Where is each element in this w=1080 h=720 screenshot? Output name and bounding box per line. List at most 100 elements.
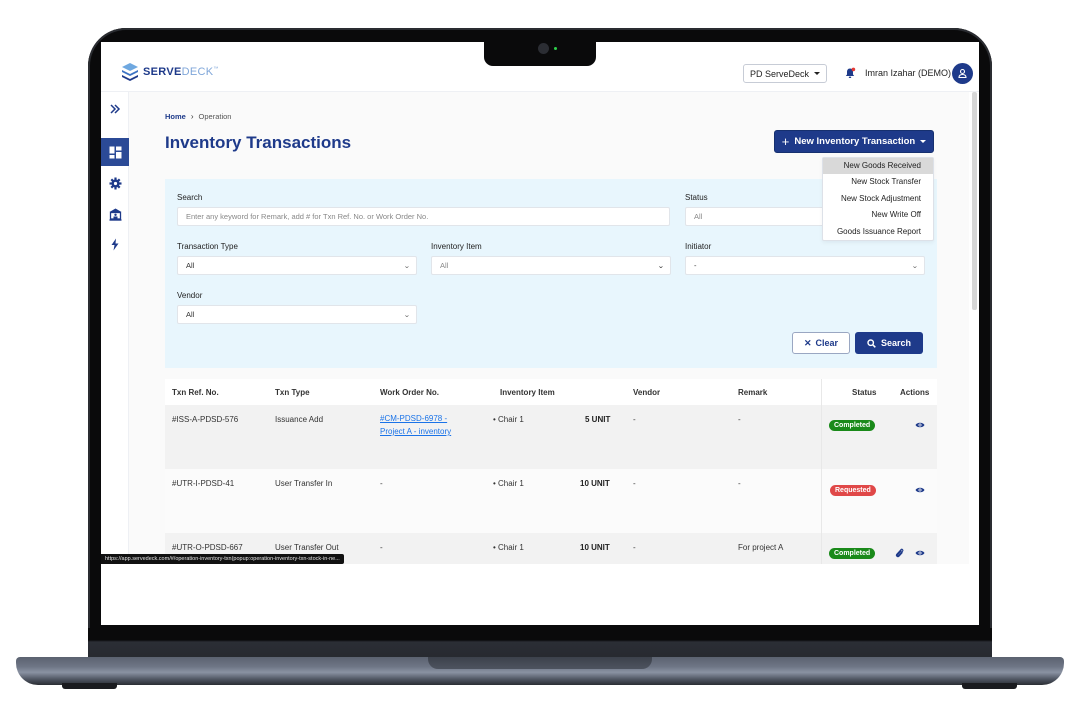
initiator-value: - <box>694 261 697 270</box>
clear-button[interactable]: ✕ Clear <box>792 332 850 354</box>
chevron-down-icon: ⌄ <box>403 263 411 270</box>
table-row[interactable]: #UTR-I-PDSD-41 User Transfer In - • Chai… <box>165 469 937 533</box>
camera-icon <box>538 43 549 54</box>
status-badge: Requested <box>830 485 876 496</box>
laptop-base <box>16 657 1064 685</box>
column-divider <box>821 469 822 533</box>
organization-selector-label: PD ServeDeck <box>749 68 810 79</box>
work-order: - <box>380 479 383 488</box>
work-order: - <box>380 543 383 552</box>
menu-item-new-goods-received[interactable]: New Goods Received <box>823 158 933 175</box>
inventory-item-name: Chair 1 <box>498 543 524 552</box>
inventory-item-label: Inventory Item <box>431 242 482 251</box>
vendor: - <box>633 415 636 424</box>
quantity: 10 UNIT <box>580 543 610 552</box>
new-inventory-transaction-label: New Inventory Transaction <box>794 136 916 147</box>
sidebar-item-settings[interactable] <box>101 169 129 197</box>
initiator-select[interactable]: - ⌄ <box>685 256 925 275</box>
txn-type: Issuance Add <box>275 415 324 424</box>
column-header-vendor[interactable]: Vendor <box>633 388 660 397</box>
txn-ref: #UTR-O-PDSD-667 <box>172 543 243 552</box>
breadcrumb-current: Operation <box>198 112 232 121</box>
transaction-type-select[interactable]: All ⌄ <box>177 256 417 275</box>
double-chevron-right-icon <box>110 104 121 114</box>
search-button-label: Search <box>880 338 912 348</box>
laptop-foot-left <box>62 683 117 689</box>
view-eye-icon[interactable] <box>915 421 925 429</box>
initiator-label: Initiator <box>685 242 712 251</box>
work-order-link[interactable]: #CM-PDSD-6978 - Project A - inventory <box>380 412 451 438</box>
view-eye-icon[interactable] <box>915 486 925 494</box>
quantity: 10 UNIT <box>580 479 610 488</box>
vendor: - <box>633 479 636 488</box>
clear-button-label: Clear <box>815 338 839 348</box>
column-divider <box>821 405 822 469</box>
user-avatar[interactable] <box>952 63 973 84</box>
txn-ref: #ISS-A-PDSD-576 <box>172 415 239 424</box>
column-header-remark[interactable]: Remark <box>738 388 767 397</box>
search-input[interactable]: Enter any keyword for Remark, add # for … <box>177 207 670 226</box>
sidebar-item-operation[interactable] <box>101 230 129 258</box>
notification-bell-icon[interactable] <box>844 67 856 79</box>
sidebar-item-dashboard[interactable] <box>101 138 129 166</box>
inventory-item: • Chair 1 <box>493 479 524 488</box>
lightning-icon <box>111 238 119 250</box>
transaction-type-value: All <box>186 261 195 270</box>
search-input-placeholder: Enter any keyword for Remark, add # for … <box>186 212 429 221</box>
inventory-item: • Chair 1 <box>493 543 524 552</box>
column-header-work-order[interactable]: Work Order No. <box>380 388 439 397</box>
work-order-link-line2[interactable]: Project A - inventory <box>380 425 451 438</box>
attachment-paperclip-icon[interactable] <box>895 548 904 558</box>
table-row[interactable]: #ISS-A-PDSD-576 Issuance Add #CM-PDSD-69… <box>165 405 937 469</box>
search-button[interactable]: Search <box>855 332 923 354</box>
view-eye-icon[interactable] <box>915 549 925 557</box>
building-icon <box>109 208 121 221</box>
menu-item-new-stock-adjustment[interactable]: New Stock Adjustment <box>823 191 933 207</box>
status-badge: Completed <box>829 548 876 559</box>
camera-notch <box>484 40 596 66</box>
new-inventory-transaction-button[interactable]: + New Inventory Transaction <box>774 130 934 153</box>
table-header: Txn Ref. No. Txn Type Work Order No. Inv… <box>165 379 937 405</box>
status-label: Status <box>685 193 708 202</box>
status-select-value: All <box>694 212 703 221</box>
stack-logo-icon <box>122 63 138 81</box>
column-header-actions: Actions <box>900 388 930 397</box>
dashboard-icon <box>109 146 121 158</box>
search-label: Search <box>177 193 203 202</box>
column-header-txn-ref[interactable]: Txn Ref. No. <box>172 388 219 397</box>
sidebar <box>101 92 129 625</box>
search-icon <box>867 338 876 348</box>
chevron-down-icon: ⌄ <box>657 263 665 270</box>
txn-type: User Transfer Out <box>275 543 339 552</box>
breadcrumb-home-link[interactable]: Home <box>165 112 186 121</box>
laptop-foot-right <box>962 683 1017 689</box>
inventory-item: • Chair 1 <box>493 415 524 424</box>
app-logo[interactable]: SERVEDECK™ <box>121 62 219 82</box>
vendor: - <box>633 543 636 552</box>
txn-type: User Transfer In <box>275 479 333 488</box>
sidebar-item-facility[interactable] <box>101 200 129 228</box>
inventory-item-name: Chair 1 <box>498 415 524 424</box>
breadcrumb: Home › Operation <box>165 112 231 121</box>
menu-item-new-write-off[interactable]: New Write Off <box>823 207 933 223</box>
work-order-link-line1[interactable]: #CM-PDSD-6978 - <box>380 412 451 425</box>
laptop-base-groove <box>428 657 652 669</box>
caret-down-icon <box>920 140 927 143</box>
vendor-label: Vendor <box>177 291 203 300</box>
vendor-select[interactable]: All ⌄ <box>177 305 417 324</box>
new-transaction-menu: New Goods Received New Stock Transfer Ne… <box>822 157 934 241</box>
app-logo-text: SERVEDECK™ <box>143 66 219 78</box>
vendor-value: All <box>186 310 195 319</box>
sidebar-expand-button[interactable] <box>101 95 129 123</box>
page-title: Inventory Transactions <box>165 133 352 152</box>
column-header-inventory-item[interactable]: Inventory Item <box>500 388 555 397</box>
user-name[interactable]: Imran Izahar (DEMO) <box>865 68 951 78</box>
screen: SERVEDECK™ PD ServeDeck Imran Izahar (DE… <box>101 42 979 625</box>
menu-item-new-stock-transfer[interactable]: New Stock Transfer <box>823 174 933 190</box>
column-header-txn-type[interactable]: Txn Type <box>275 388 310 397</box>
organization-selector[interactable]: PD ServeDeck <box>743 64 827 83</box>
page-scrollbar[interactable] <box>972 92 977 310</box>
inventory-item-select[interactable]: All ⌄ <box>431 256 671 275</box>
user-icon <box>958 68 967 79</box>
menu-item-goods-issuance-report[interactable]: Goods Issuance Report <box>823 224 933 240</box>
